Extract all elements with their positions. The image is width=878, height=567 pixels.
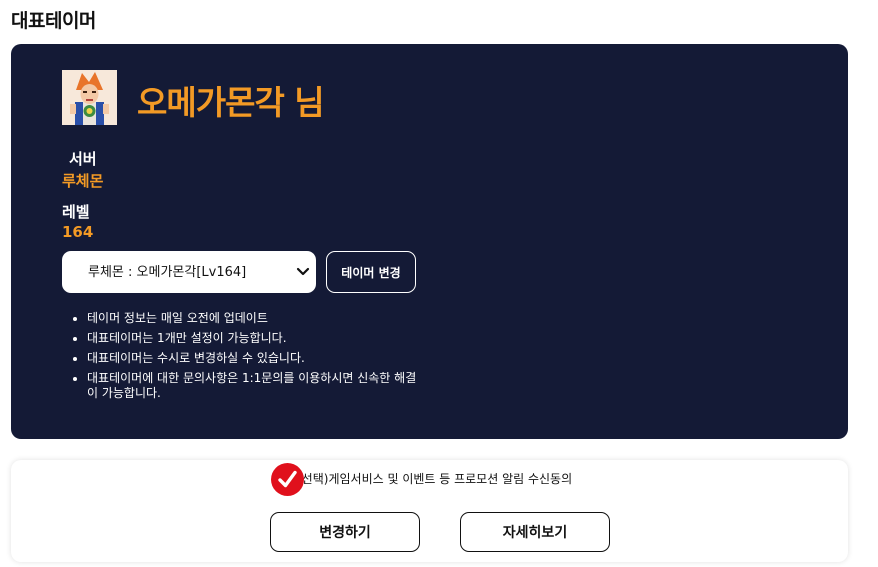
page-title: 대표테이머 — [11, 10, 96, 32]
server-label: 서버 — [69, 150, 97, 168]
server-value: 루체몬 — [62, 172, 104, 190]
view-details-button[interactable]: 자세히보기 — [460, 512, 610, 552]
promotion-consent-label: (선택)게임서비스 및 이벤트 등 프로모션 알림 수신동의 — [297, 472, 573, 486]
character-card: 오메가몬각 님 서버 루체몬 레벨 164 루체몬 : 오메가몬각[Lv164]… — [11, 44, 848, 439]
tamer-select[interactable]: 루체몬 : 오메가몬각[Lv164] — [62, 251, 316, 293]
notice-item: 대표테이머에 대한 문의사항은 1:1문의를 이용하시면 신속한 해결이 가능합… — [87, 371, 427, 401]
level-label: 레벨 — [62, 203, 90, 221]
notice-item: 테이머 정보는 매일 오전에 업데이트 — [87, 311, 427, 326]
level-value: 164 — [62, 223, 94, 241]
notice-list: 테이머 정보는 매일 오전에 업데이트 대표테이머는 1개만 설정이 가능합니다… — [69, 311, 427, 406]
apply-change-button[interactable]: 변경하기 — [270, 512, 420, 552]
representative-tamer-page: 대표테이머 오메가몬각 님 서버 루체몬 레벨 164 루체몬: 오메가몬각[… — [0, 0, 878, 567]
promotion-consent-checkbox[interactable] — [271, 463, 304, 496]
change-tamer-button[interactable]: 테이머 변경 — [326, 251, 416, 293]
checkmark-icon — [278, 470, 297, 488]
notice-item: 대표테이머는 수시로 변경하실 수 있습니다. — [87, 351, 427, 366]
consent-card: (선택)게임서비스 및 이벤트 등 프로모션 알림 수신동의 변경하기 자세히보… — [11, 460, 848, 562]
character-portrait-icon — [62, 70, 117, 125]
character-name: 오메가몬각 님 — [137, 83, 325, 122]
tamer-select-wrapper: 루체몬 : 오메가몬각[Lv164] — [62, 251, 316, 293]
notice-item: 대표테이머는 1개만 설정이 가능합니다. — [87, 331, 427, 346]
